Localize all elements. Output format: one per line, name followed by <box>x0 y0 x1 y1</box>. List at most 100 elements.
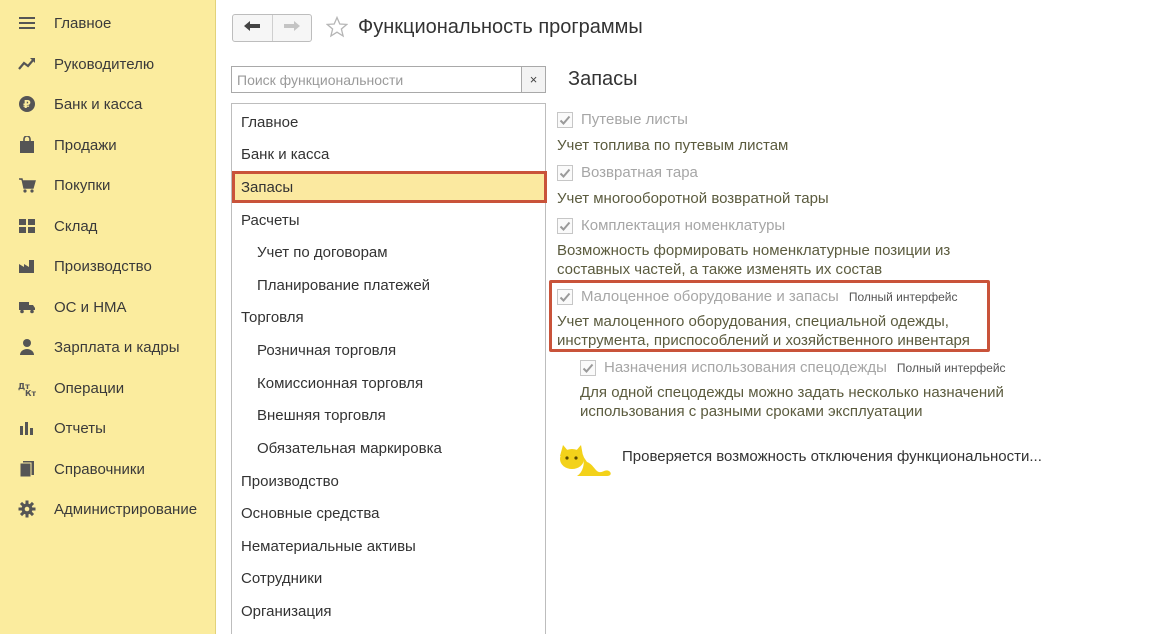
sidebar-item-purchases[interactable]: Покупки <box>0 167 216 203</box>
close-icon: × <box>529 72 538 87</box>
trend-icon <box>18 55 36 73</box>
arrow-left-icon <box>243 19 261 37</box>
svg-text:₽: ₽ <box>23 98 31 111</box>
sidebar-item-label: Отчеты <box>54 419 106 437</box>
sidebar-item-label: ОС и НМА <box>54 298 127 316</box>
option-description: Для одной спецодежды можно задать нескол… <box>580 384 1004 420</box>
sidebar-item-label: Зарплата и кадры <box>54 338 180 356</box>
section-item-employees[interactable]: Сотрудники <box>241 564 322 592</box>
sidebar-item-manager[interactable]: Руководителю <box>0 46 216 82</box>
checkmark-icon <box>559 221 571 231</box>
section-item-contracts[interactable]: Учет по договорам <box>257 238 388 266</box>
bar-chart-icon <box>18 419 36 437</box>
sidebar-item-label: Банк и касса <box>54 95 143 113</box>
option-label: Путевые листы <box>581 111 688 128</box>
back-button[interactable] <box>233 15 272 41</box>
sidebar-item-label: Продажи <box>54 136 117 154</box>
arrow-right-icon <box>283 19 301 37</box>
person-icon <box>18 338 36 356</box>
sidebar-item-label: Администрирование <box>54 500 198 518</box>
section-item-retail[interactable]: Розничная торговля <box>257 336 396 364</box>
section-item-main[interactable]: Главное <box>241 108 298 136</box>
option-label: Возвратная тара <box>581 164 698 181</box>
sidebar-item-reports[interactable]: Отчеты <box>0 410 216 446</box>
operations-icon: Дт Кт <box>18 379 36 397</box>
option-label: Малоценное оборудование и запасы <box>581 288 839 305</box>
section-item-foreign-trade[interactable]: Внешняя торговля <box>257 401 386 429</box>
bag-icon <box>18 136 36 154</box>
sidebar-item-label: Склад <box>54 217 98 235</box>
checkmark-icon <box>559 168 571 178</box>
status-message: Проверяется возможность отключения функц… <box>622 448 1042 465</box>
sections-list: Главное Банк и касса Запасы Расчеты Учет… <box>231 103 547 634</box>
section-item-organization[interactable]: Организация <box>241 597 331 625</box>
sidebar-item-main[interactable]: Главное <box>0 5 216 41</box>
menu-icon <box>18 14 36 32</box>
option-description: Возможность формировать номенклатурные п… <box>557 242 951 278</box>
cart-icon <box>18 176 36 194</box>
section-item-settlements[interactable]: Расчеты <box>241 206 300 234</box>
sidebar-item-admin[interactable]: Администрирование <box>0 491 216 527</box>
section-title: Запасы <box>568 68 638 90</box>
checkbox[interactable] <box>557 111 573 128</box>
section-item-payment-planning[interactable]: Планирование платежей <box>257 271 430 299</box>
sidebar-item-label: Операции <box>54 379 125 397</box>
section-item-intangibles[interactable]: Нематериальные активы <box>241 532 416 560</box>
svg-text:Кт: Кт <box>25 389 36 396</box>
option-description: Учет многооборотной возвратной тары <box>557 190 829 207</box>
section-item-bank[interactable]: Банк и касса <box>241 140 329 168</box>
search-input[interactable] <box>231 66 522 93</box>
checkbox[interactable] <box>557 217 573 234</box>
checkbox[interactable] <box>557 164 573 181</box>
checkbox[interactable] <box>580 359 596 376</box>
favorite-star-icon[interactable] <box>325 15 349 38</box>
gear-icon <box>18 500 36 518</box>
sidebar-item-assets[interactable]: ОС и НМА <box>0 289 216 325</box>
section-item-trade[interactable]: Торговля <box>241 303 304 331</box>
checkmark-icon <box>559 115 571 125</box>
warehouse-icon <box>18 217 36 235</box>
page-title: Функциональность программы <box>358 16 643 38</box>
ruble-icon: ₽ <box>18 95 36 113</box>
checkbox[interactable] <box>557 288 573 305</box>
option-kitting[interactable]: Комплектация номенклатуры <box>557 217 785 234</box>
checkmark-icon <box>559 292 571 302</box>
sidebar-item-production[interactable]: Производство <box>0 248 216 284</box>
sidebar-item-label: Производство <box>54 257 152 275</box>
option-low-value-equipment[interactable]: Малоценное оборудование и запасы Полный … <box>557 288 957 305</box>
sidebar-item-salary[interactable]: Зарплата и кадры <box>0 329 216 365</box>
top-bar: Функциональность программы <box>216 0 1151 58</box>
main-sidebar: Главное Руководителю ₽ Банк и касса Прод… <box>0 0 216 634</box>
sidebar-item-label: Справочники <box>54 460 145 478</box>
option-workwear-purposes[interactable]: Назначения использования спецодежды Полн… <box>580 359 1006 376</box>
sidebar-item-sales[interactable]: Продажи <box>0 127 216 163</box>
option-label: Назначения использования спецодежды <box>604 359 887 376</box>
section-item-production[interactable]: Производство <box>241 467 339 495</box>
sidebar-item-operations[interactable]: Дт Кт Операции <box>0 370 216 406</box>
section-item-fixed-assets[interactable]: Основные средства <box>241 499 379 527</box>
section-item-commission[interactable]: Комиссионная торговля <box>257 369 423 397</box>
option-label: Комплектация номенклатуры <box>581 217 786 234</box>
truck-icon <box>18 298 36 316</box>
search-clear-button[interactable]: × <box>522 66 546 93</box>
forward-button[interactable] <box>271 15 311 41</box>
cat-icon <box>557 442 613 480</box>
sidebar-item-label: Покупки <box>54 176 111 194</box>
option-waybills[interactable]: Путевые листы <box>557 111 688 128</box>
option-returnable-containers[interactable]: Возвратная тара <box>557 164 698 181</box>
factory-icon <box>18 257 36 275</box>
sidebar-item-warehouse[interactable]: Склад <box>0 208 216 244</box>
section-item-stock[interactable]: Запасы <box>232 171 547 203</box>
full-interface-badge: Полный интерфейс <box>896 360 1006 375</box>
sidebar-item-references[interactable]: Справочники <box>0 451 216 487</box>
sidebar-item-bank[interactable]: ₽ Банк и касса <box>0 86 216 122</box>
section-item-marking[interactable]: Обязательная маркировка <box>257 434 442 462</box>
sidebar-item-label: Руководителю <box>54 55 155 73</box>
history-nav <box>232 14 312 42</box>
option-description: Учет топлива по путевым листам <box>557 137 789 154</box>
full-interface-badge: Полный интерфейс <box>848 289 958 304</box>
checkmark-icon <box>582 363 594 373</box>
sidebar-item-label: Главное <box>54 14 112 32</box>
option-description: Учет малоценного оборудования, специальн… <box>557 313 970 349</box>
book-icon <box>18 460 36 478</box>
